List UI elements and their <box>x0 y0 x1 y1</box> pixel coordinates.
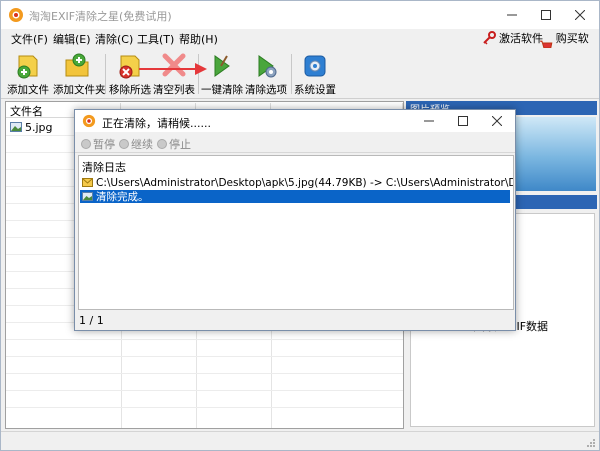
app-logo-icon <box>9 8 23 22</box>
clear-options-button[interactable]: 清除选项 <box>245 52 287 98</box>
log-header: 清除日志 <box>82 161 126 174</box>
mail-icon <box>82 178 93 187</box>
menu-tools[interactable]: 工具(T) <box>137 31 174 47</box>
settings-icon <box>304 55 326 77</box>
main-window: 淘淘EXIF清除之星(免费试用) 文件(F) 编辑(E) 清除(C) 工具(T)… <box>0 0 600 451</box>
toolbar-separator <box>105 54 106 94</box>
stop-icon <box>157 139 167 149</box>
dialog-toolbar: 暂停 继续 停止 <box>75 133 515 153</box>
log-entry-text: 清除完成。 <box>96 191 149 203</box>
add-folder-label: 添加文件夹 <box>53 84 106 96</box>
minimize-icon <box>424 120 434 122</box>
one-click-clear-label: 一键清除 <box>201 84 243 96</box>
system-settings-label: 系统设置 <box>294 84 336 96</box>
remove-selected-label: 移除所选 <box>109 84 151 96</box>
clear-options-label: 清除选项 <box>245 84 287 96</box>
dialog-maximize-button[interactable] <box>446 110 480 132</box>
maximize-icon <box>458 116 468 126</box>
close-button[interactable] <box>563 1 597 29</box>
grid-line <box>6 407 403 408</box>
pause-label: 暂停 <box>93 138 115 151</box>
toolbar-separator <box>291 54 292 94</box>
log-entry[interactable]: C:\Users\Administrator\Desktop\apk\5.jpg… <box>82 176 513 189</box>
menu-clear[interactable]: 清除(C) <box>95 31 133 47</box>
grid-line <box>6 339 403 340</box>
app-logo-icon <box>82 114 96 128</box>
image-file-icon <box>10 122 22 132</box>
title-bar: 淘淘EXIF清除之星(免费试用) <box>1 1 599 29</box>
close-icon <box>492 116 502 126</box>
resume-icon <box>119 139 129 149</box>
status-bar <box>1 431 599 450</box>
log-entry-text: C:\Users\Administrator\Desktop\apk\5.jpg… <box>96 176 513 189</box>
clearing-dialog: 正在清除，请稍候...... 暂停 继续 停止 清除日志 C:\Users\Ad… <box>74 109 516 331</box>
dialog-title-bar: 正在清除，请稍候...... <box>75 110 515 132</box>
minimize-button[interactable] <box>495 1 529 29</box>
stop-label: 停止 <box>169 138 191 151</box>
add-folder-button[interactable]: 添加文件夹 <box>53 52 106 98</box>
activate-software-link[interactable]: 激活软件 <box>482 30 543 46</box>
maximize-icon <box>541 10 551 20</box>
menu-file[interactable]: 文件(F) <box>11 31 48 47</box>
dialog-minimize-button[interactable] <box>412 110 446 132</box>
file-name-cell: 5.jpg <box>25 120 53 134</box>
close-icon <box>575 10 585 20</box>
broom-icon <box>214 55 230 77</box>
toolbar: 添加文件 添加文件夹 移除所选 清空列表 一键清除 清除选项 系统设置 <box>1 48 599 99</box>
grid-line <box>6 390 403 391</box>
clear-options-icon <box>258 55 277 78</box>
pause-icon <box>81 139 91 149</box>
add-file-button[interactable]: 添加文件 <box>7 52 49 98</box>
log-entry-selected[interactable]: 清除完成。 <box>80 190 510 203</box>
add-folder-icon <box>65 53 89 77</box>
minimize-icon <box>507 14 517 16</box>
pause-button[interactable]: 暂停 <box>81 136 115 152</box>
key-icon <box>483 31 496 45</box>
resume-label: 继续 <box>131 138 153 151</box>
clear-log-list[interactable]: 清除日志 C:\Users\Administrator\Desktop\apk\… <box>78 155 514 310</box>
window-title: 淘淘EXIF清除之星(免费试用) <box>29 10 172 23</box>
stop-button[interactable]: 停止 <box>157 136 191 152</box>
menu-help[interactable]: 帮助(H) <box>179 31 218 47</box>
table-row[interactable]: 5.jpg <box>6 119 53 135</box>
image-file-icon <box>82 192 93 201</box>
grid-line <box>6 373 403 374</box>
resume-button[interactable]: 继续 <box>119 136 153 152</box>
activate-label: 激活软件 <box>499 32 543 45</box>
add-file-label: 添加文件 <box>7 84 49 96</box>
dialog-close-button[interactable] <box>480 110 514 132</box>
image-preview <box>506 117 596 191</box>
grid-line <box>6 356 403 357</box>
add-file-icon <box>17 55 38 79</box>
system-settings-button[interactable]: 系统设置 <box>294 52 336 98</box>
dialog-title: 正在清除，请稍候...... <box>102 117 211 130</box>
pointer-arrow-icon <box>139 63 207 75</box>
menu-edit[interactable]: 编辑(E) <box>53 31 91 47</box>
resize-grip-icon[interactable] <box>586 438 596 448</box>
clear-list-label: 清空列表 <box>153 84 195 96</box>
progress-counter: 1 / 1 <box>79 314 104 327</box>
menu-bar: 文件(F) 编辑(E) 清除(C) 工具(T) 帮助(H) 激活软件 购买软件 <box>1 29 599 61</box>
maximize-button[interactable] <box>529 1 563 29</box>
